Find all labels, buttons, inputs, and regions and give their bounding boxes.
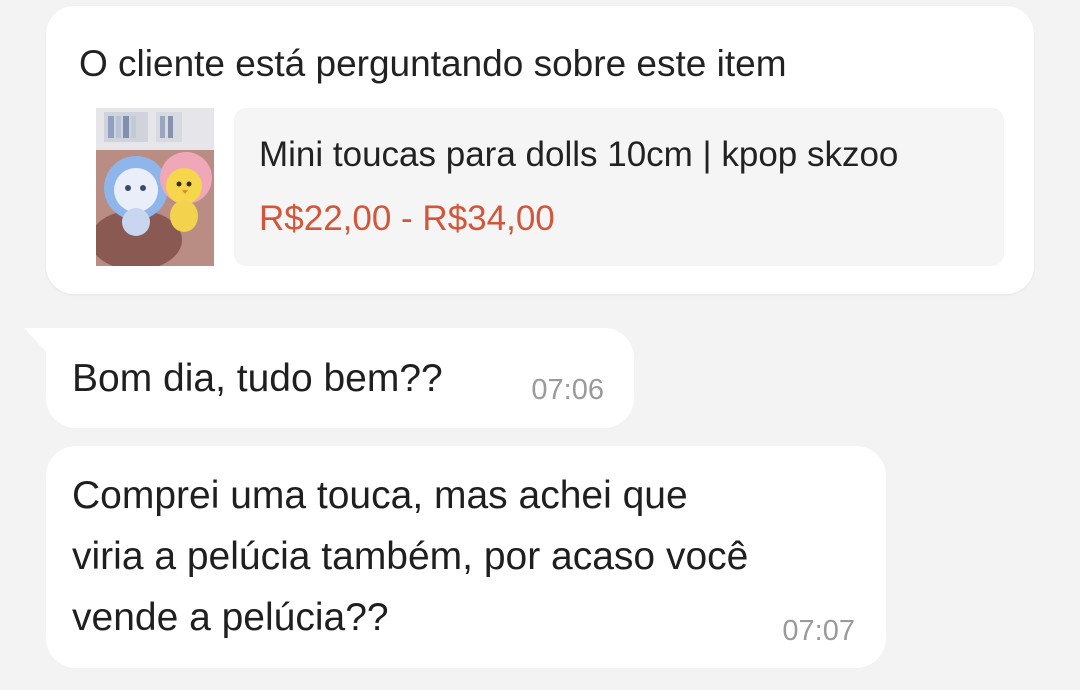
chat-message[interactable]: Bom dia, tudo bem?? 07:06 <box>24 328 634 428</box>
chat-message[interactable]: Comprei uma touca, mas achei que viria a… <box>46 446 886 668</box>
message-time: 07:07 <box>782 615 855 647</box>
inquiry-heading: O cliente está perguntando sobre este it… <box>79 43 787 84</box>
message-line: vende a pelúcia?? <box>72 596 389 639</box>
product-price-range: R$22,00 - R$34,00 <box>259 199 555 238</box>
plush-dolls-photo-icon <box>96 108 214 266</box>
product-inquiry-card[interactable]: O cliente está perguntando sobre este it… <box>46 6 1034 294</box>
product-info-panel[interactable]: Mini toucas para dolls 10cm | kpop skzoo… <box>234 108 1004 266</box>
message-time: 07:06 <box>531 374 604 406</box>
bubble-tail <box>24 328 48 354</box>
product-thumbnail[interactable] <box>96 108 214 266</box>
message-line: viria a pelúcia também, por acaso você <box>72 535 749 578</box>
message-line: Comprei uma touca, mas achei que <box>72 474 688 517</box>
message-text: Comprei uma touca, mas achei que viria a… <box>72 465 862 648</box>
message-text: Bom dia, tudo bem?? <box>72 357 443 400</box>
product-name: Mini toucas para dolls 10cm | kpop skzoo <box>259 135 899 174</box>
